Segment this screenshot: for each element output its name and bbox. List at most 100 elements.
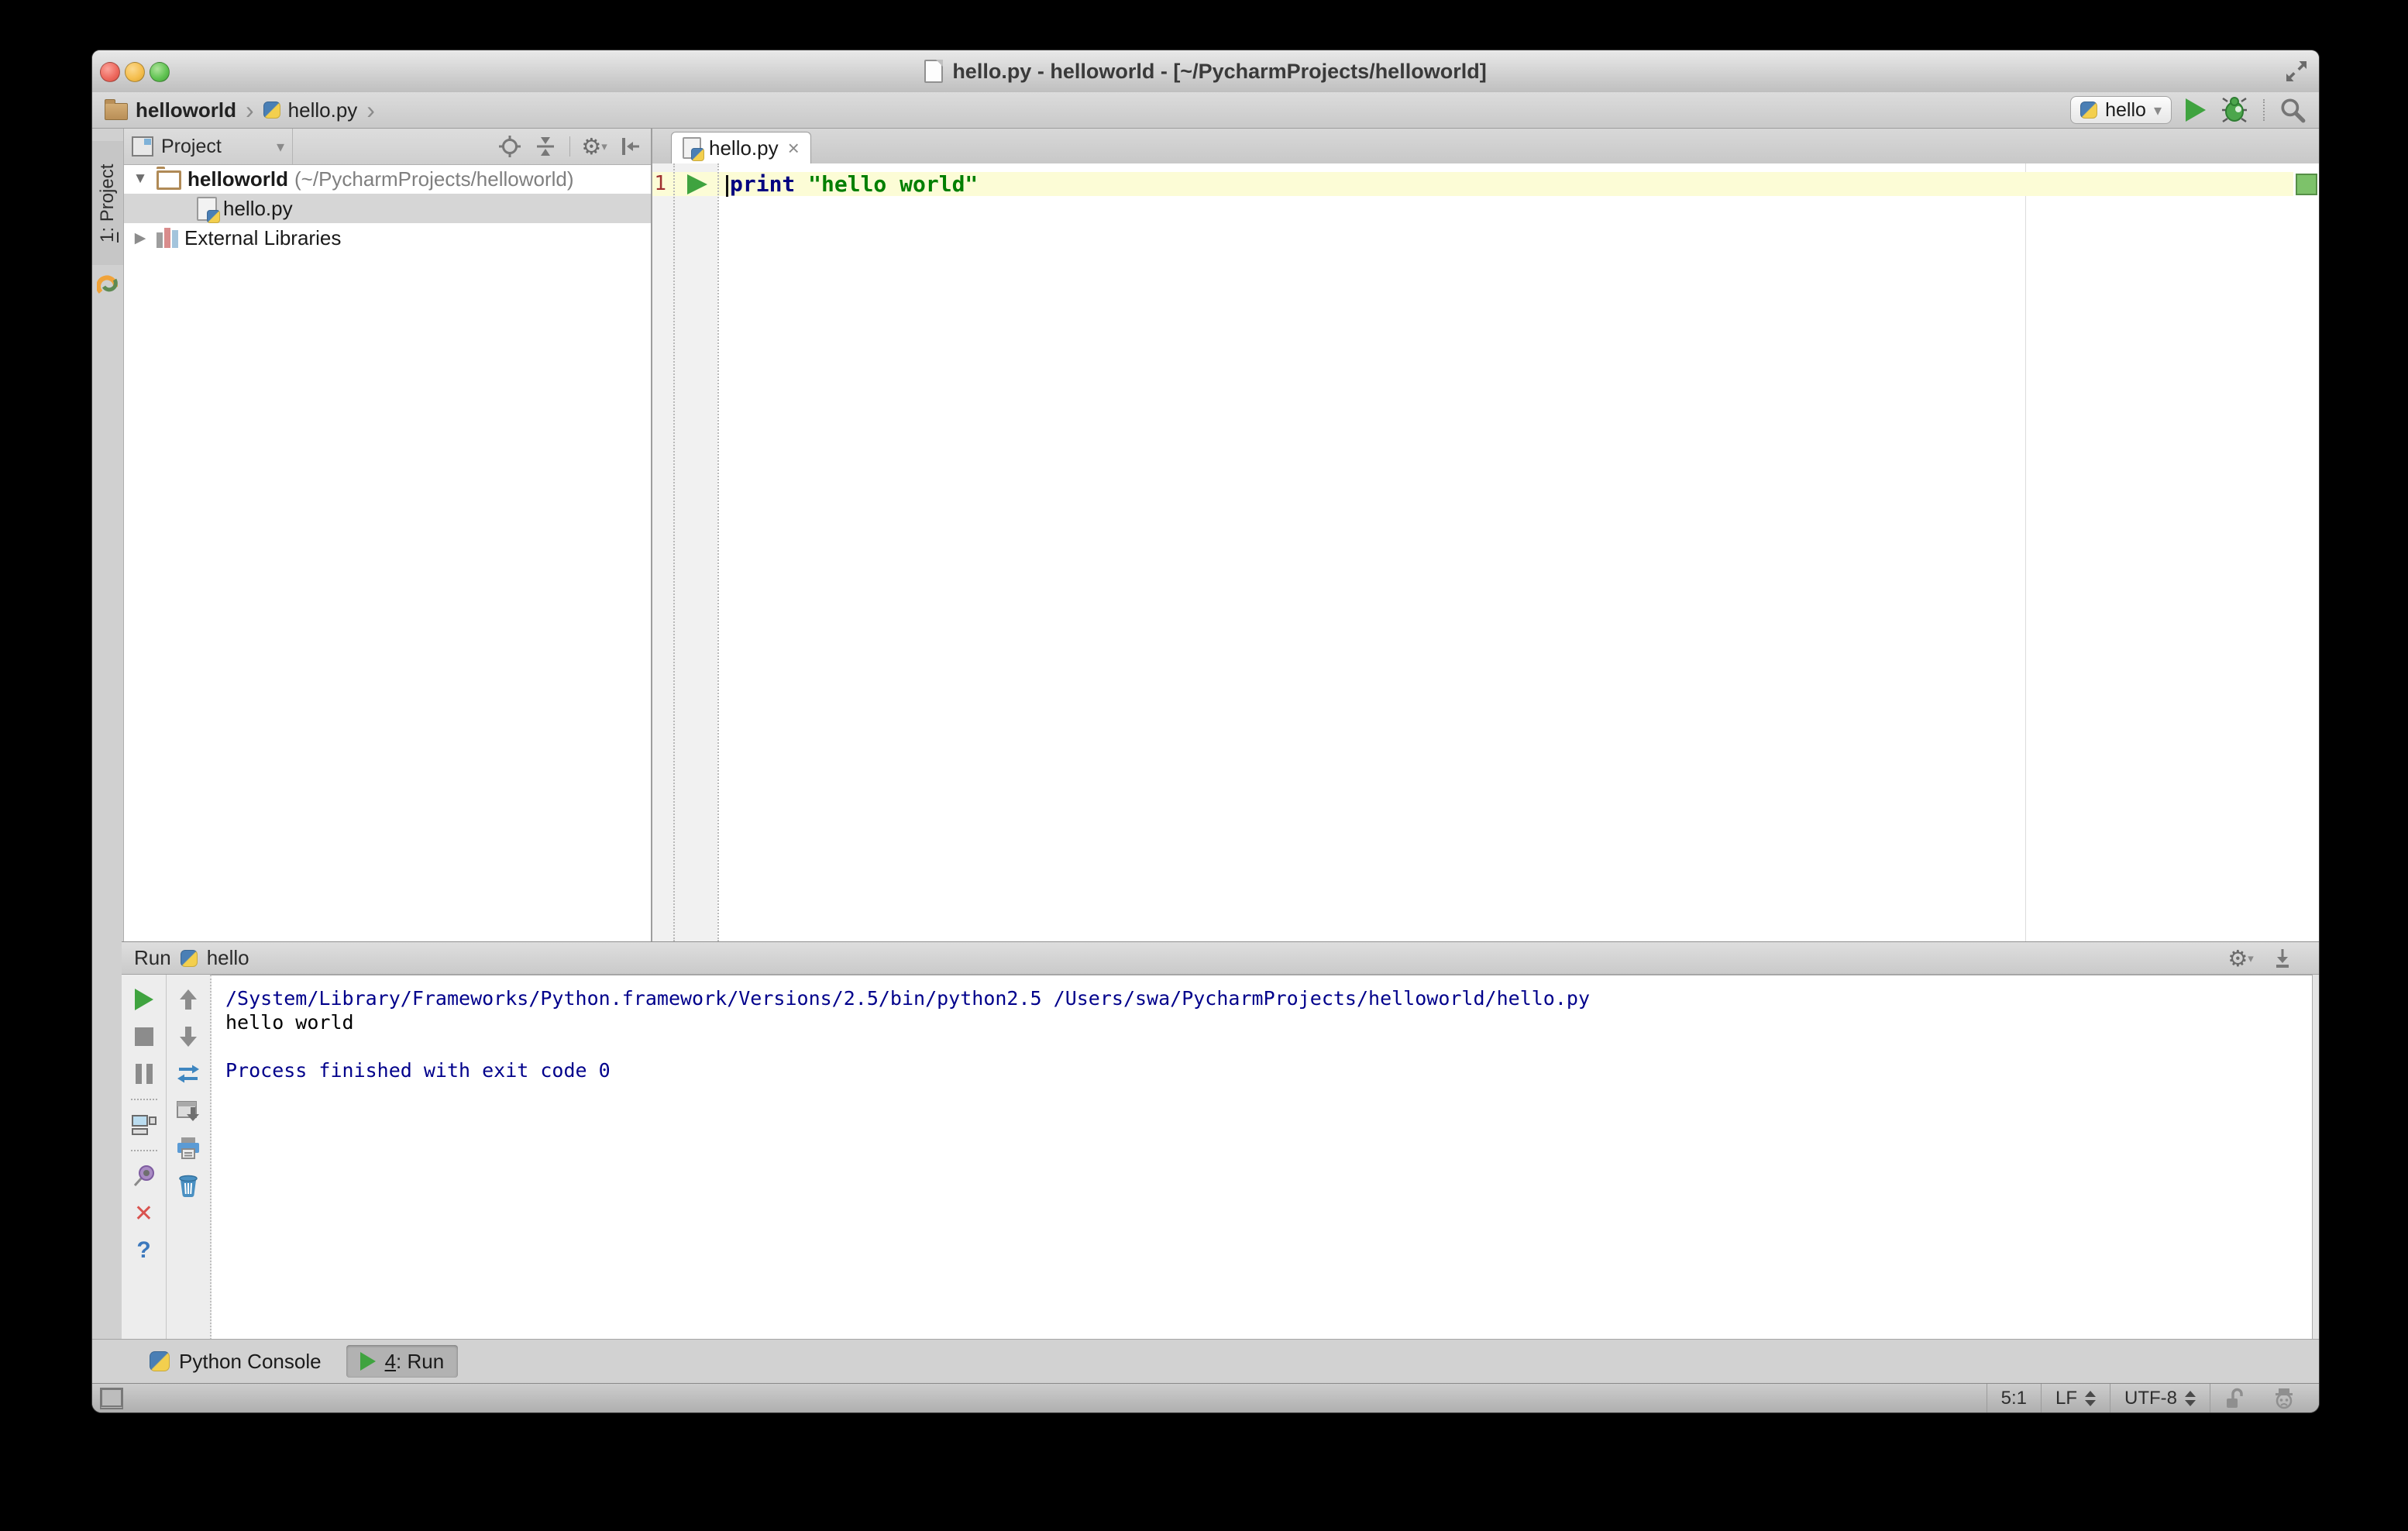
tree-project-path: (~/PycharmProjects/helloworld) [294, 167, 574, 191]
project-pane-icon [132, 136, 153, 157]
python-file-icon [197, 196, 220, 223]
encoding-widget[interactable]: UTF-8 [2110, 1384, 2210, 1412]
code-string: "hello world" [808, 171, 979, 197]
project-tool-window: Project ▾ ⚙ ▾ ▼ helloworld (~/PycharmPro… [124, 129, 652, 941]
editor-gutter [652, 163, 717, 941]
collapse-all-button[interactable] [534, 135, 557, 158]
project-view-label: Project [161, 135, 222, 157]
inspection-profile-widget[interactable] [2258, 1384, 2319, 1412]
hide-panel-button[interactable] [618, 135, 642, 158]
toolbar-separator [2263, 99, 2265, 121]
run-config-name: hello [2105, 98, 2146, 121]
hector-inspector-icon [2276, 1388, 2293, 1409]
up-stack-trace-button[interactable] [167, 981, 210, 1018]
tab-title: hello.py [709, 136, 779, 160]
run-line-marker-icon[interactable] [687, 174, 707, 194]
tree-file-name: hello.py [223, 196, 293, 220]
window-title: hello.py - helloworld - [~/PycharmProjec… [952, 59, 1487, 83]
pycharm-tool-icon[interactable] [97, 274, 119, 296]
breadcrumb-file[interactable]: hello.py [288, 98, 358, 122]
project-panel-header: Project ▾ ⚙ ▾ [124, 129, 651, 165]
folder-icon [105, 99, 128, 120]
close-console-button[interactable]: ✕ [122, 1195, 166, 1232]
fullscreen-icon[interactable] [2285, 61, 2308, 81]
chevron-right-icon: › [366, 96, 375, 124]
run-icon [359, 1352, 376, 1371]
line-separator-widget[interactable]: LF [2040, 1384, 2110, 1412]
tree-item-hello-py[interactable]: hello.py [124, 194, 651, 223]
run-tool-window: Run hello ⚙ ▾ ✕ ? /System/Library/Framew… [122, 941, 2319, 1340]
readonly-lock-widget[interactable] [2210, 1384, 2258, 1412]
tool-stripe-project-button[interactable]: 1: Project [92, 141, 123, 265]
text-caret [726, 175, 728, 197]
caret-position-widget[interactable]: 5:1 [1986, 1384, 2041, 1412]
selector-arrows-icon [2085, 1391, 2096, 1406]
toolbar-separator [130, 1099, 157, 1100]
run-panel-title: Run [134, 946, 171, 969]
hide-run-panel-button[interactable] [2271, 947, 2294, 970]
right-margin-line [2025, 163, 2026, 941]
run-button-label: 4: Run [384, 1349, 445, 1373]
toolbar-separator [130, 1150, 157, 1151]
run-toolbar-primary: ✕ ? [122, 975, 167, 1340]
run-toolbar-secondary [167, 975, 212, 1340]
search-icon[interactable] [2279, 96, 2307, 124]
tree-item-external-libraries[interactable]: ▶ External Libraries [124, 223, 651, 253]
console-output[interactable]: /System/Library/Frameworks/Python.framew… [212, 975, 2313, 1340]
selector-arrows-icon [2185, 1391, 2196, 1406]
help-button[interactable]: ? [122, 1232, 166, 1269]
tree-project-name: helloworld [187, 167, 288, 191]
code-line[interactable]: print "hello world" [726, 171, 979, 197]
tab-hello-py[interactable]: hello.py × [671, 132, 811, 163]
run-tool-window-button[interactable]: 4: Run [346, 1345, 459, 1378]
code-keyword: print [730, 171, 796, 197]
run-panel-header[interactable]: Run hello ⚙ ▾ [122, 942, 2319, 975]
down-stack-trace-button[interactable] [167, 1018, 210, 1055]
run-settings-gear-button[interactable]: ⚙ ▾ [2227, 947, 2254, 970]
scroll-to-end-button[interactable] [167, 1092, 210, 1130]
rerun-button[interactable] [122, 981, 166, 1018]
expand-arrow-icon[interactable]: ▼ [130, 170, 150, 188]
dropdown-arrow-icon: ▾ [276, 138, 284, 156]
tree-item-project-root[interactable]: ▼ helloworld (~/PycharmProjects/hellowor… [124, 164, 651, 194]
project-view-selector[interactable]: Project ▾ [124, 129, 293, 164]
line-number: 1 [654, 172, 666, 195]
inspection-status-ok-icon[interactable] [2296, 174, 2317, 195]
pin-tab-button[interactable] [122, 1158, 166, 1195]
print-button[interactable] [167, 1130, 210, 1167]
python-console-label: Python Console [179, 1349, 322, 1373]
stop-button[interactable] [122, 1018, 166, 1055]
breadcrumb-project[interactable]: helloworld [136, 98, 236, 122]
editor-tab-bar: hello.py × [652, 129, 2319, 164]
console-line: Process finished with exit code 0 [225, 1059, 611, 1082]
debug-button[interactable] [2220, 97, 2249, 123]
run-button[interactable] [2186, 98, 2206, 122]
tree-libraries-label: External Libraries [184, 225, 342, 249]
error-stripe[interactable] [2293, 163, 2319, 941]
document-icon [924, 60, 944, 83]
editor-area: hello.py × 1 print "hello world" [652, 129, 2319, 941]
python-run-config-icon [180, 949, 198, 967]
tool-window-toggle-icon[interactable] [100, 1388, 123, 1409]
run-configuration-select[interactable]: hello ▾ [2070, 96, 2172, 124]
editor-body[interactable]: 1 print "hello world" [652, 163, 2319, 941]
python-console-button[interactable]: Python Console [136, 1345, 335, 1378]
show-console-button[interactable] [122, 1106, 166, 1144]
folder-icon [157, 167, 181, 190]
status-bar: 5:1 LF UTF-8 [92, 1383, 2319, 1412]
console-line: /System/Library/Frameworks/Python.framew… [225, 987, 1590, 1010]
close-tab-icon[interactable]: × [786, 138, 800, 158]
bottom-tool-window-bar: Python Console 4: Run [92, 1339, 2319, 1383]
title-bar[interactable]: hello.py - helloworld - [~/PycharmProjec… [92, 50, 2319, 93]
clear-output-button[interactable] [167, 1167, 210, 1204]
collapse-arrow-icon[interactable]: ▶ [130, 229, 150, 247]
settings-gear-button[interactable]: ⚙ ▾ [581, 135, 607, 158]
locate-file-button[interactable] [498, 135, 521, 158]
pause-output-button[interactable] [122, 1055, 166, 1092]
gutter-separator [717, 163, 719, 941]
main-area: Project ▾ ⚙ ▾ ▼ helloworld (~/PycharmPro… [92, 129, 2319, 941]
soft-wrap-button[interactable] [167, 1055, 210, 1092]
python-console-icon [150, 1351, 170, 1371]
console-line: hello world [225, 1011, 354, 1034]
